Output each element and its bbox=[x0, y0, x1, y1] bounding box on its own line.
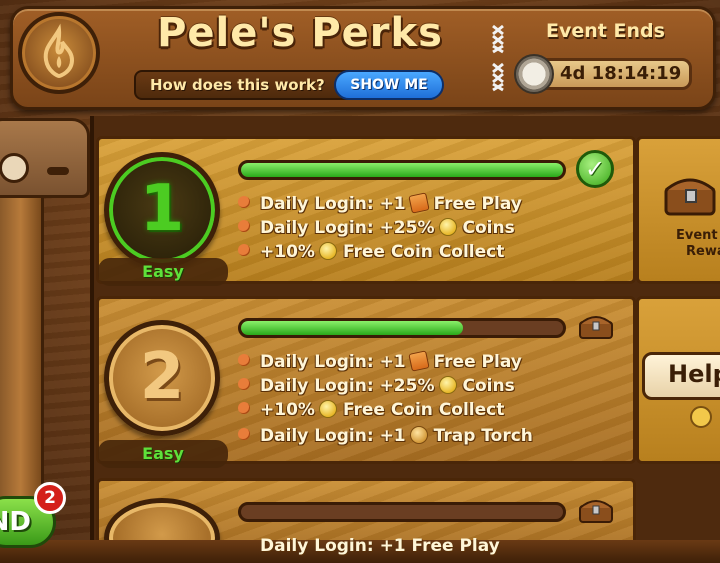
coin-icon bbox=[318, 242, 337, 260]
chain-icon bbox=[492, 24, 504, 54]
bullet-icon bbox=[238, 220, 250, 232]
perk-1-line-3: +10% Free Coin Collect bbox=[238, 242, 504, 266]
perk-2-progress-bar bbox=[238, 318, 566, 338]
bullet-icon bbox=[238, 428, 250, 440]
completed-check-icon: ✓ bbox=[576, 150, 614, 188]
ticket-icon bbox=[407, 350, 430, 372]
perk-1-progress-fill bbox=[241, 163, 563, 177]
perk-line-text: Daily Login: +1 bbox=[260, 352, 406, 372]
perk-1-line-2: Daily Login: +25% Coins bbox=[238, 218, 515, 242]
level-1-medallion: 1 bbox=[104, 152, 220, 268]
perk-line-text: Free Coin Collect bbox=[342, 242, 505, 262]
event-timer: 4d 18:14:19 bbox=[560, 63, 682, 84]
perk-line-text: Free Play bbox=[433, 194, 522, 214]
perk-2-line-3: +10% Free Coin Collect bbox=[238, 400, 504, 424]
perk-line-text: Coins bbox=[462, 376, 515, 396]
difficulty-label-2: Easy bbox=[142, 444, 184, 463]
coin-icon bbox=[318, 400, 337, 418]
event-ends-label: Event Ends bbox=[546, 20, 665, 42]
notification-badge: 2 bbox=[34, 482, 66, 514]
help-label: Help bbox=[668, 360, 720, 388]
treasure-chest-icon bbox=[579, 500, 613, 523]
perk-1-progress-bar bbox=[238, 160, 566, 180]
bullet-icon bbox=[238, 244, 250, 256]
bullet-icon bbox=[238, 196, 250, 208]
perk-line-text: Daily Login: +25% bbox=[260, 218, 435, 238]
perk-line-text: Daily Login: +1 bbox=[260, 426, 406, 446]
clock-icon bbox=[514, 54, 554, 94]
help-text: How does this work? bbox=[150, 76, 325, 94]
level-1-number: 1 bbox=[139, 172, 185, 246]
perk-line-text: Free Play bbox=[433, 352, 522, 372]
perk-2-progress-fill bbox=[241, 321, 464, 335]
perk-line-text: Daily Login: +1 bbox=[260, 194, 406, 214]
show-me-button[interactable]: SHOW ME bbox=[334, 70, 444, 100]
difficulty-label-1: Easy bbox=[142, 262, 184, 281]
bullet-icon bbox=[238, 354, 250, 366]
perk-line-text: Trap Torch bbox=[433, 426, 533, 446]
fire-emblem-icon bbox=[18, 12, 100, 94]
event-reward-label-1: Event bbox=[676, 228, 718, 243]
perk-2-line-1: Daily Login: +1 Free Play bbox=[238, 350, 522, 376]
perk-line-text: Daily Login: +25% bbox=[260, 376, 435, 396]
level-2-number: 2 bbox=[139, 340, 185, 414]
page-title: Pele's Perks bbox=[157, 10, 443, 56]
perk-2-line-4: Daily Login: +1 Trap Torch bbox=[238, 426, 533, 450]
perk-line-text: Free Coin Collect bbox=[342, 400, 505, 420]
totem-decoration bbox=[0, 112, 96, 563]
totem-eye bbox=[0, 153, 29, 183]
ticket-icon bbox=[407, 192, 430, 214]
bullet-icon bbox=[238, 378, 250, 390]
treasure-chest-icon bbox=[664, 178, 716, 216]
bullet-icon bbox=[238, 402, 250, 414]
coin-icon bbox=[438, 218, 457, 236]
totem-face-icon bbox=[0, 118, 90, 198]
perk-line-text: +10% bbox=[260, 242, 315, 262]
totem-mouth bbox=[47, 167, 69, 175]
torch-icon bbox=[409, 426, 428, 444]
perk-line-text: +10% bbox=[260, 400, 315, 420]
chain-icon bbox=[492, 62, 504, 92]
perk-1-line-1: Daily Login: +1 Free Play bbox=[238, 192, 522, 218]
coin-icon bbox=[438, 376, 457, 394]
smiley-icon bbox=[690, 406, 712, 428]
level-2-medallion: 2 bbox=[104, 320, 220, 436]
perk-2-line-2: Daily Login: +25% Coins bbox=[238, 376, 515, 400]
perk-3-progress-bar bbox=[238, 502, 566, 522]
perk-3-line-1-partial: Daily Login: +1 Free Play bbox=[260, 536, 500, 556]
treasure-chest-icon bbox=[579, 316, 613, 339]
event-reward-label-2: Rewa bbox=[686, 244, 720, 259]
perk-line-text: Coins bbox=[462, 218, 515, 238]
